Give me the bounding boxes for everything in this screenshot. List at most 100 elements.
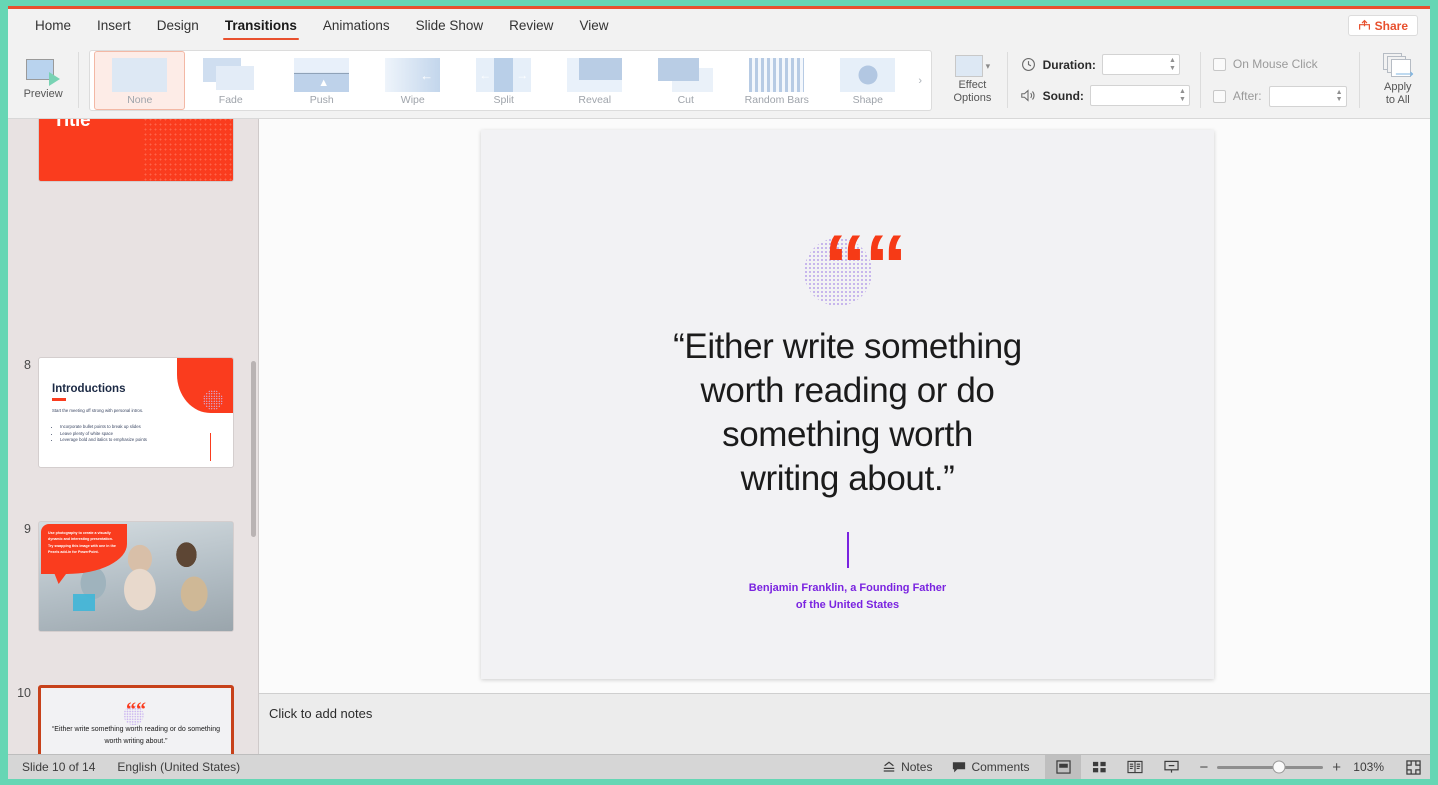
chevron-down-icon[interactable]: ▾ — [986, 61, 991, 72]
transition-wipe[interactable]: ← Wipe — [367, 51, 458, 110]
clock-icon — [1020, 56, 1037, 73]
quote-mark-icon: ““ — [41, 704, 231, 716]
transition-thumb-push: ▲ — [294, 58, 349, 92]
notes-placeholder: Click to add notes — [269, 706, 372, 721]
after-input[interactable]: ▲▼ — [1269, 86, 1347, 107]
thumbnail-bullets: Incorporate bullet points to break up sl… — [54, 424, 174, 444]
transition-reveal[interactable]: Reveal — [549, 51, 640, 110]
duration-label: Duration: — [1043, 58, 1096, 72]
on-mouse-click-row: On Mouse Click — [1213, 54, 1347, 74]
quote-line-2: worth reading or do — [541, 369, 1154, 413]
quote-line-1: “Either write something — [541, 325, 1154, 369]
slide-quote-text[interactable]: “Either write something worth reading or… — [541, 325, 1154, 501]
transition-thumb-wipe: ← — [385, 58, 440, 92]
slide-show-view-button[interactable] — [1153, 755, 1189, 779]
preview-play-icon — [26, 59, 60, 85]
share-button[interactable]: Share — [1348, 15, 1418, 36]
slide-thumbnail-panel[interactable]: SectionTitle 8 Introductions Start the m… — [8, 119, 259, 754]
transition-label: Push — [310, 94, 334, 106]
scrollbar-thumb[interactable] — [251, 361, 256, 538]
tab-transitions[interactable]: Transitions — [212, 9, 310, 42]
apply-to-all-label-1: Apply — [1384, 81, 1412, 93]
sound-select[interactable]: ▲▼ — [1090, 85, 1190, 106]
transition-random-bars[interactable]: Random Bars — [731, 51, 822, 110]
gallery-scroll-right-icon[interactable]: › — [913, 51, 927, 110]
transition-cut[interactable]: Cut — [640, 51, 731, 110]
notes-button[interactable]: Notes — [872, 755, 942, 779]
tab-home[interactable]: Home — [22, 9, 84, 42]
transition-label: Split — [494, 94, 514, 106]
thumbnail-slide-10[interactable]: ““ “Either write something worth reading… — [38, 685, 234, 754]
tab-insert[interactable]: Insert — [84, 9, 144, 42]
decorative-vertical-bar — [847, 532, 849, 568]
apply-to-all-button[interactable]: ⟶ Apply to All — [1366, 42, 1430, 118]
effect-options-label-1: Effect — [958, 79, 986, 91]
transition-split[interactable]: ← → Split — [458, 51, 549, 110]
slide-attribution[interactable]: Benjamin Franklin, a Founding Father of … — [481, 580, 1214, 614]
divider — [1359, 52, 1360, 108]
transition-push[interactable]: ▲ Push — [276, 51, 367, 110]
zoom-slider[interactable] — [1217, 766, 1323, 769]
transition-label: Fade — [219, 94, 243, 106]
quote-line-4: writing about.” — [541, 457, 1154, 501]
timing-group: Duration: ▲▼ Sound: ▲▼ — [1008, 42, 1200, 118]
slide-panel-scrollbar[interactable] — [251, 121, 256, 752]
transition-thumb-split: ← → — [476, 58, 531, 92]
zoom-level-label[interactable]: 103% — [1350, 760, 1384, 774]
list-item[interactable]: 8 Introductions Start the meeting off st… — [8, 357, 252, 468]
after-stepper[interactable]: ▲▼ — [1336, 87, 1343, 106]
list-item[interactable]: 10 ““ “Either write something worth read… — [8, 685, 252, 754]
transition-fade[interactable]: Fade — [185, 51, 276, 110]
slide-sorter-view-button[interactable] — [1081, 755, 1117, 779]
comments-label: Comments — [971, 760, 1029, 774]
zoom-out-button[interactable]: − — [1199, 760, 1208, 775]
comment-icon — [952, 761, 966, 774]
tab-view[interactable]: View — [566, 9, 621, 42]
transition-label: None — [127, 94, 152, 106]
view-mode-buttons — [1045, 755, 1189, 779]
thumbnail-title: SectionTitle — [53, 119, 120, 133]
attribution-line-2: of the United States — [481, 597, 1214, 614]
zoom-in-button[interactable]: + — [1332, 760, 1341, 775]
sound-label: Sound: — [1043, 89, 1084, 103]
transition-none[interactable]: None — [94, 51, 185, 110]
fit-to-window-button[interactable] — [1396, 755, 1430, 779]
thumbnail-slide-9[interactable]: Use photography to create a visually dyn… — [38, 521, 234, 632]
effect-options-button[interactable]: ▾ Effect Options — [938, 42, 1006, 118]
tab-slide-show[interactable]: Slide Show — [403, 9, 497, 42]
transitions-gallery[interactable]: None Fade ▲ Push ← Wipe — [89, 50, 932, 111]
preview-label: Preview — [24, 88, 63, 101]
list-item: Leave plenty of white space — [60, 431, 174, 438]
tab-review[interactable]: Review — [496, 9, 566, 42]
divider — [52, 398, 66, 401]
tab-animations[interactable]: Animations — [310, 9, 403, 42]
quote-decoration: ““ — [802, 226, 894, 312]
tab-design[interactable]: Design — [144, 9, 212, 42]
reading-view-button[interactable] — [1117, 755, 1153, 779]
after-checkbox[interactable] — [1213, 90, 1226, 103]
notes-pane[interactable]: Click to add notes — [259, 693, 1430, 754]
current-slide[interactable]: ““ “Either write something worth reading… — [481, 130, 1214, 679]
table-row[interactable]: SectionTitle — [38, 119, 234, 182]
list-item: Leverage bold and italics to emphasize p… — [60, 437, 174, 444]
sound-row: Sound: ▲▼ — [1020, 85, 1190, 107]
list-item: Incorporate bullet points to break up sl… — [60, 424, 174, 431]
list-item[interactable]: 9 Use photography to create a visually d… — [8, 521, 252, 632]
zoom-slider-knob[interactable] — [1272, 761, 1285, 774]
speaker-icon — [1020, 87, 1037, 104]
thumbnail-slide-8[interactable]: Introductions Start the meeting off stro… — [38, 357, 234, 468]
list-item[interactable]: SectionTitle — [8, 119, 252, 182]
sound-stepper[interactable]: ▲▼ — [1179, 86, 1186, 105]
work-area: SectionTitle 8 Introductions Start the m… — [8, 119, 1430, 754]
normal-view-button[interactable] — [1045, 755, 1081, 779]
status-bar: Slide 10 of 14 English (United States) N… — [8, 754, 1430, 779]
preview-button[interactable]: Preview — [8, 42, 78, 118]
on-mouse-click-checkbox[interactable] — [1213, 58, 1226, 71]
duration-input[interactable]: ▲▼ — [1102, 54, 1180, 75]
comments-button[interactable]: Comments — [942, 755, 1039, 779]
transition-shape[interactable]: Shape — [822, 51, 913, 110]
language-label[interactable]: English (United States) — [117, 760, 240, 774]
duration-stepper[interactable]: ▲▼ — [1169, 55, 1176, 74]
transition-label: Shape — [853, 94, 883, 106]
zoom-control: − + 103% — [1189, 760, 1396, 775]
